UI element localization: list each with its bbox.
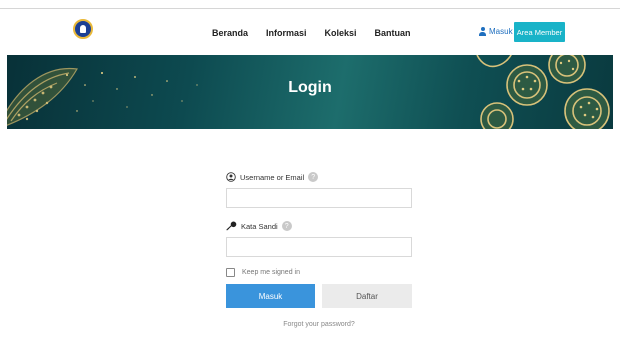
login-submit-button[interactable]: Masuk	[226, 284, 315, 308]
question-icon[interactable]: ?	[308, 172, 319, 182]
nav-beranda[interactable]: Beranda	[212, 28, 248, 38]
forgot-password-link[interactable]: Forgot your password?	[226, 321, 412, 328]
password-label-row: Kata Sandi ?	[226, 219, 412, 233]
register-button[interactable]: Daftar	[322, 284, 412, 308]
page-title: Login	[288, 79, 332, 96]
member-area-button[interactable]: Area Member	[514, 22, 565, 42]
nav-informasi[interactable]: Informasi	[266, 28, 307, 38]
site-header: Beranda Informasi Koleksi Bantuan Masuk …	[0, 9, 620, 54]
username-input[interactable]	[226, 188, 412, 208]
user-circle-icon	[226, 172, 236, 182]
login-form: Username or Email ? Kata Sandi ?	[226, 170, 412, 257]
password-label: Kata Sandi	[241, 221, 278, 231]
user-icon	[479, 27, 486, 36]
remember-checkbox[interactable]	[226, 268, 235, 277]
key-icon	[226, 221, 237, 231]
education-ministry-logo-icon[interactable]	[73, 19, 93, 39]
nav-koleksi[interactable]: Koleksi	[325, 28, 357, 38]
login-link-label: Masuk	[489, 27, 513, 36]
username-label: Username or Email	[240, 172, 305, 182]
password-input[interactable]	[226, 237, 412, 257]
remember-me[interactable]: Keep me signed in	[226, 268, 300, 277]
main-nav: Beranda Informasi Koleksi Bantuan	[212, 28, 429, 38]
question-icon[interactable]: ?	[281, 221, 292, 231]
login-banner: Login	[7, 55, 613, 129]
remember-label: Keep me signed in	[242, 269, 300, 276]
login-link[interactable]: Masuk	[479, 27, 513, 36]
username-label-row: Username or Email ?	[226, 170, 412, 184]
nav-bantuan[interactable]: Bantuan	[375, 28, 411, 38]
